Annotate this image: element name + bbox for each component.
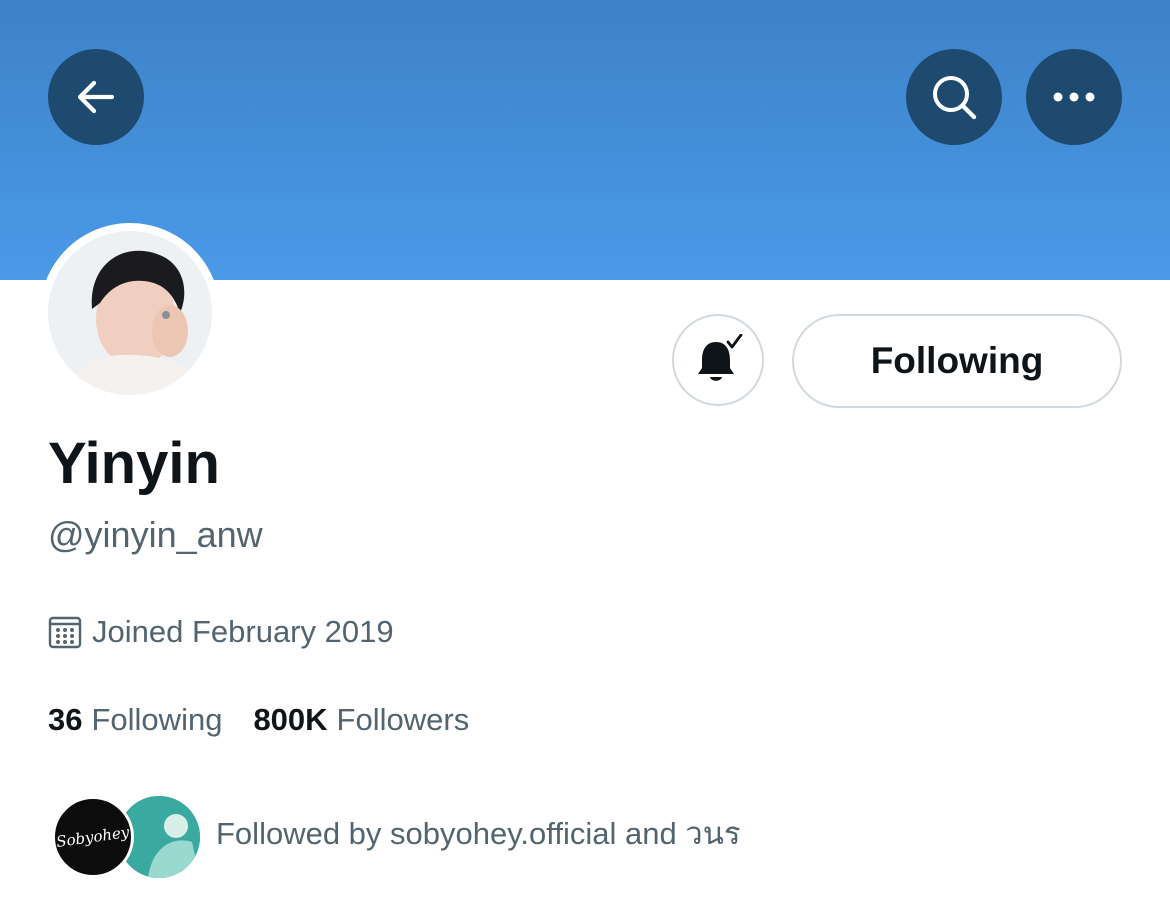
calendar-icon: [48, 616, 82, 649]
joined-date: Joined February 2019: [48, 612, 394, 652]
followers-stat[interactable]: 800K Followers: [253, 700, 469, 740]
profile-stats: 36 Following 800K Followers: [48, 700, 469, 740]
search-button[interactable]: [906, 49, 1002, 145]
joined-text: Joined February 2019: [92, 614, 394, 649]
more-horizontal-icon: [1053, 92, 1095, 102]
followers-count: 800K: [253, 702, 328, 737]
arrow-left-icon: [77, 80, 115, 114]
avatar-photo: [48, 231, 212, 395]
more-button[interactable]: [1026, 49, 1122, 145]
search-icon: [933, 76, 977, 120]
followed-by-text: Followed by sobyohey.official and วนร: [216, 816, 741, 851]
following-button[interactable]: Following: [792, 314, 1122, 408]
following-label: Following: [91, 702, 223, 737]
avatar[interactable]: [48, 231, 212, 395]
back-button[interactable]: [48, 49, 144, 145]
handle: @yinyin_anw: [48, 514, 263, 555]
sobyohey-logo: Sobyohey: [55, 822, 131, 852]
notifications-button[interactable]: [672, 314, 764, 406]
following-count: 36: [48, 702, 83, 737]
following-stat[interactable]: 36 Following: [48, 700, 222, 740]
follower-avatar-1: Sobyohey: [52, 796, 134, 878]
followers-label: Followers: [336, 702, 470, 737]
bell-check-icon: [698, 334, 743, 381]
display-name: Yinyin: [48, 431, 220, 496]
